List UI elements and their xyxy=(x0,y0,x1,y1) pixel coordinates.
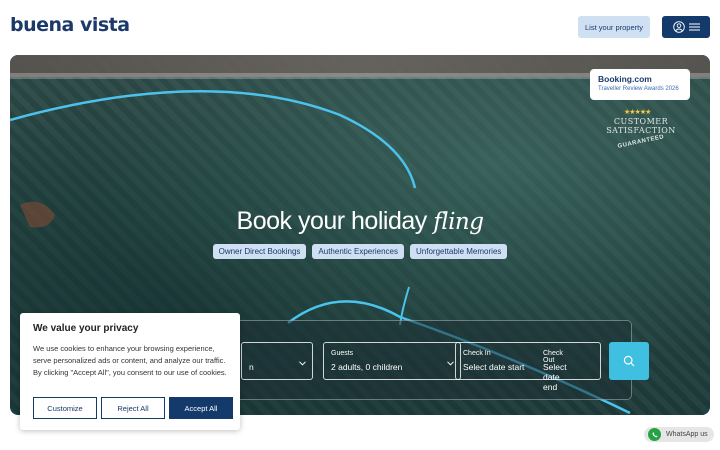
whatsapp-button[interactable]: WhatsApp us xyxy=(644,427,714,442)
whatsapp-label: WhatsApp us xyxy=(666,431,708,438)
cookie-actions: Customize Reject All Accept All xyxy=(33,397,233,419)
hero-title-main: Book your holiday xyxy=(236,207,434,235)
hero-title-emphasis: fling xyxy=(433,209,484,235)
guests-value: 2 adults, 0 children xyxy=(331,362,403,372)
chevron-down-icon xyxy=(299,361,306,366)
booking-brand: Booking.com xyxy=(598,74,652,84)
tag-owner-direct: Owner Direct Bookings xyxy=(212,244,307,259)
whatsapp-icon xyxy=(648,428,661,441)
date-range-picker[interactable]: Check In Select date start Check Out Sel… xyxy=(455,342,601,392)
guests-label: Guests xyxy=(331,350,354,357)
tag-memories: Unforgettable Memories xyxy=(410,244,508,259)
hamburger-icon xyxy=(688,23,700,31)
search-panel: n Guests 2 adults, 0 children Check In S… xyxy=(210,320,649,400)
checkin-field[interactable]: Select date start xyxy=(463,362,524,372)
accept-all-button[interactable]: Accept All xyxy=(169,397,233,419)
reject-all-button[interactable]: Reject All xyxy=(101,397,165,419)
cookie-consent-dialog: We value your privacy We use cookies to … xyxy=(20,313,240,430)
logo[interactable]: buena vista xyxy=(10,14,130,36)
booking-award-badge: Booking.com Traveller Review Awards 2026 xyxy=(590,69,690,100)
award-subtitle: Traveller Review Awards 2026 xyxy=(598,86,679,92)
chevron-down-icon xyxy=(447,361,454,366)
cookie-title: We value your privacy xyxy=(33,323,139,334)
site-header: buena vista List your property xyxy=(0,0,720,54)
satisfaction-seal: CUSTOMER SATISFACTION GUARANTEED xyxy=(606,117,676,165)
list-your-property-button[interactable]: List your property xyxy=(578,16,650,38)
destination-select[interactable]: n xyxy=(241,342,313,380)
hero-title: Book your holiday fling xyxy=(10,207,710,236)
hero-tags: Owner Direct Bookings Authentic Experien… xyxy=(10,244,710,259)
destination-value: n xyxy=(249,362,254,372)
user-icon xyxy=(672,21,685,33)
cookie-body: We use cookies to enhance your browsing … xyxy=(33,344,227,377)
search-icon xyxy=(623,355,635,367)
page: buena vista List your property Booking.c… xyxy=(0,0,720,450)
rating-stars: ★★★★★ xyxy=(624,109,651,116)
seal-line-1: CUSTOMER xyxy=(613,117,669,126)
checkout-field[interactable]: Select date end xyxy=(543,362,567,392)
tag-authentic: Authentic Experiences xyxy=(312,244,405,259)
search-button[interactable] xyxy=(609,342,649,380)
checkin-label: Check In xyxy=(463,350,491,357)
customize-button[interactable]: Customize xyxy=(33,397,97,419)
guests-select[interactable]: Guests 2 adults, 0 children xyxy=(323,342,461,380)
account-menu-button[interactable] xyxy=(662,16,710,38)
